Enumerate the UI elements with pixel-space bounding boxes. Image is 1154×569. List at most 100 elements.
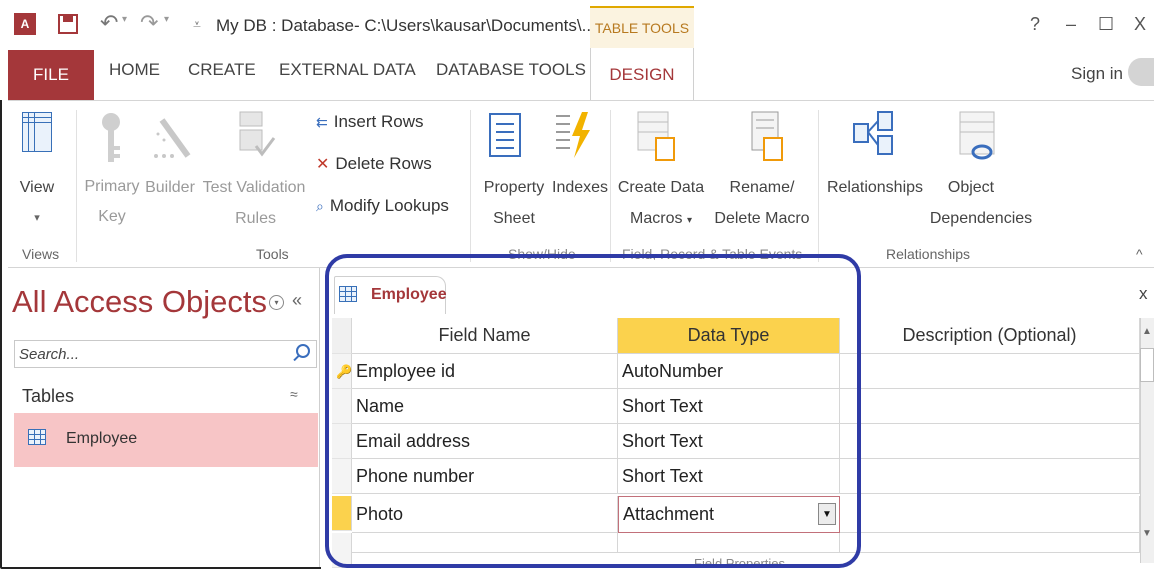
data-type-select[interactable]: Attachment [618,496,840,533]
doc-tab-label: Employee [371,286,447,303]
insert-rows-button[interactable]: ⇇ Insert Rows [316,112,423,132]
object-dependencies-label-2: Dependencies [929,210,1033,227]
column-header-field-name[interactable]: Field Name [352,318,618,354]
select-all-corner[interactable] [332,318,352,354]
tab-external-data[interactable]: EXTERNAL DATA [279,60,416,80]
description-cell[interactable] [840,389,1140,424]
close-document-icon[interactable]: x [1139,284,1148,304]
create-data-macros-label-2: Macros [630,210,683,227]
tab-create[interactable]: CREATE [188,60,256,80]
nav-collapse-icon[interactable]: « [292,290,302,311]
field-name-cell[interactable]: Phone number [352,459,618,494]
description-cell[interactable] [840,496,1140,533]
view-icon[interactable] [22,112,52,152]
rename-delete-macro-icon [751,111,783,161]
test-validation-rules-button[interactable]: Test Validation Rules [198,172,310,234]
column-header-description[interactable]: Description (Optional) [840,318,1140,354]
group-label-tools: Tools [256,246,289,262]
row-selector[interactable] [332,389,352,424]
group-label-field-record-table-events: Field, Record & Table Events [622,246,803,260]
field-name-cell[interactable]: Employee id [352,354,618,389]
relationships-button[interactable]: Relationships [824,172,926,203]
test-validation-label-2: Rules [235,210,276,227]
create-data-macros-icon [637,111,675,161]
undo-dropdown-icon[interactable]: ▾ [122,14,127,25]
data-type-cell[interactable]: Short Text [618,389,840,424]
data-type-cell[interactable] [618,533,840,553]
row-selector[interactable] [332,533,352,568]
access-app-icon[interactable]: A [14,13,36,35]
tab-design[interactable]: DESIGN [590,48,694,102]
builder-icon [154,118,191,158]
redo-icon[interactable]: ↷ [140,10,158,36]
field-name-cell[interactable] [352,533,618,553]
close-button[interactable]: X [1134,14,1146,35]
field-name-cell[interactable]: Name [352,389,618,424]
delete-rows-button[interactable]: ✕ Delete Rows [316,154,432,174]
nav-item-employee[interactable]: Employee [14,413,318,467]
tables-section-header[interactable]: Tables [22,386,74,407]
field-name-cell[interactable]: Photo [352,496,618,533]
data-type-cell[interactable]: AutoNumber [618,354,840,389]
group-label-views: Views [22,246,60,262]
tab-home[interactable]: HOME [109,60,160,80]
scroll-up-icon[interactable]: ▲ [1142,326,1152,337]
scrollbar-thumb[interactable] [1140,348,1154,382]
search-icon[interactable] [296,344,310,358]
nav-pane-title[interactable]: All Access Objects [12,284,267,320]
relationships-icon [853,111,893,155]
nav-item-label: Employee [66,430,138,447]
delete-rows-icon: ✕ [316,156,330,173]
minimize-button[interactable]: – [1066,14,1076,35]
sign-in-link[interactable]: Sign in [1071,64,1123,84]
description-cell[interactable] [840,533,1140,553]
avatar[interactable] [1128,58,1154,86]
description-cell[interactable] [840,354,1140,389]
section-collapse-icon[interactable]: ≈ [290,386,298,402]
scroll-down-icon[interactable]: ▼ [1142,528,1152,539]
modify-lookups-icon: ⌕ [316,197,324,214]
search-input[interactable] [15,341,275,367]
row-selector[interactable] [332,424,352,459]
column-header-data-type[interactable]: Data Type [618,318,840,354]
create-data-macros-button[interactable]: Create Data Macros ▾ [612,172,710,236]
indexes-button[interactable]: Indexes [552,172,608,203]
group-separator [818,110,819,262]
restore-button[interactable]: ☐ [1098,14,1114,35]
data-type-dropdown-icon[interactable]: ▼ [818,503,836,525]
delete-rows-label: Delete Rows [335,154,432,173]
redo-dropdown-icon[interactable]: ▾ [164,14,169,25]
undo-icon[interactable]: ↶ [100,10,118,36]
description-cell[interactable] [840,459,1140,494]
builder-button[interactable]: Builder [142,172,198,203]
rename-delete-macro-button[interactable]: Rename/ Delete Macro [706,172,818,234]
primary-key-icon [102,113,120,162]
field-name-cell[interactable]: Email address [352,424,618,459]
save-icon[interactable] [58,14,78,34]
description-cell[interactable] [840,424,1140,459]
row-selector[interactable] [332,459,352,494]
property-sheet-label: Property [483,179,545,196]
data-type-cell[interactable]: Short Text [618,424,840,459]
customize-qat-icon[interactable]: ⩡ [193,16,201,33]
rename-delete-macro-label-2: Delete Macro [714,210,810,227]
data-type-cell[interactable]: Short Text [618,459,840,494]
property-sheet-button[interactable]: Property Sheet [476,172,552,234]
help-icon[interactable]: ? [1030,14,1040,35]
primary-key-label-2: Key [98,208,126,225]
view-button[interactable]: View ▾ [10,172,64,234]
object-dependencies-button[interactable]: Object Dependencies [926,172,1036,234]
tab-database-tools[interactable]: DATABASE TOOLS [436,60,586,80]
table-icon [28,429,46,445]
tab-file[interactable]: FILE [8,50,94,100]
modify-lookups-button[interactable]: ⌕ Modify Lookups [316,196,449,216]
group-separator [470,110,471,262]
row-selector-current[interactable] [332,496,352,531]
test-validation-icon [239,111,276,157]
tab-employee-table[interactable]: Employee [334,276,447,314]
collapse-ribbon-icon[interactable]: ^ [1136,246,1143,262]
indexes-icon [556,112,590,158]
primary-key-button[interactable]: Primary Key [80,172,144,232]
object-dependencies-label: Object [947,179,995,196]
nav-menu-chevron-icon[interactable]: ▾ [269,295,284,310]
